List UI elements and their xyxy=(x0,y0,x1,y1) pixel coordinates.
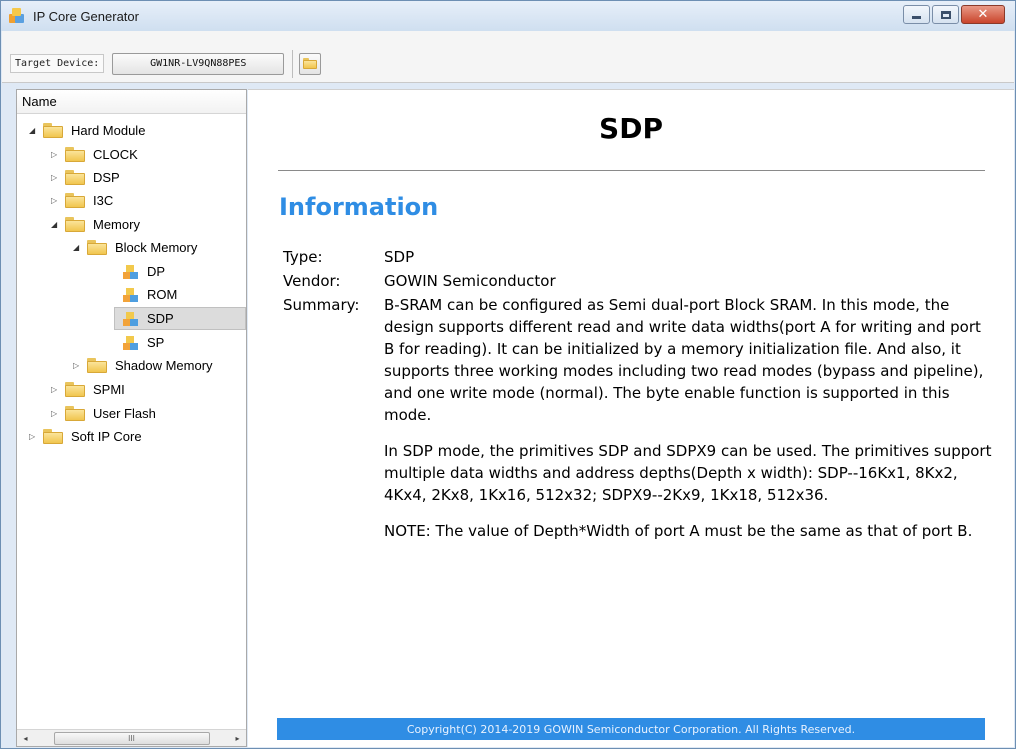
tree-item-block-memory[interactable]: ◢ Block Memory xyxy=(73,236,197,259)
tree-item-memory[interactable]: ◢ Memory xyxy=(51,213,140,236)
toolbar: Target Device: GW1NR-LV9QN88PES xyxy=(2,45,1014,83)
ip-core-icon xyxy=(123,287,139,303)
vendor-value: GOWIN Semiconductor xyxy=(384,272,556,290)
collapsed-arrow-icon[interactable]: ▷ xyxy=(51,385,61,394)
tree-item-i3c[interactable]: ▷ I3C xyxy=(51,189,113,212)
ip-core-icon xyxy=(123,335,139,351)
summary-paragraph: B-SRAM can be configured as Semi dual-po… xyxy=(384,296,984,424)
tree-item-rom[interactable]: ROM xyxy=(123,283,177,306)
tree-item-clock[interactable]: ▷ CLOCK xyxy=(51,143,138,166)
expanded-arrow-icon[interactable]: ◢ xyxy=(29,126,39,135)
summary-paragraph: In SDP mode, the primitives SDP and SDPX… xyxy=(384,442,992,504)
folder-icon xyxy=(43,123,63,138)
horizontal-scrollbar[interactable]: ◂ III ▸ xyxy=(17,729,246,746)
tree-column-header[interactable]: Name xyxy=(17,90,246,114)
folder-icon xyxy=(87,358,107,373)
scroll-thumb[interactable]: III xyxy=(53,731,210,745)
folder-icon xyxy=(65,193,85,208)
summary-row: Summary: B-SRAM can be configured as Sem… xyxy=(283,294,995,556)
ip-title: SDP xyxy=(599,112,663,145)
toolbar-separator xyxy=(292,49,294,78)
title-bar[interactable]: IP Core Generator ✕ xyxy=(1,1,1015,31)
folder-icon xyxy=(65,170,85,185)
vendor-key: Vendor: xyxy=(283,272,341,290)
collapsed-arrow-icon[interactable]: ▷ xyxy=(51,196,61,205)
close-button[interactable]: ✕ xyxy=(961,5,1005,24)
close-icon: ✕ xyxy=(977,7,989,22)
target-device-label: Target Device: xyxy=(10,54,105,73)
collapsed-arrow-icon[interactable]: ▷ xyxy=(51,173,61,182)
type-value: SDP xyxy=(384,248,415,266)
information-heading: Information xyxy=(279,193,439,221)
collapsed-arrow-icon[interactable]: ▷ xyxy=(51,150,61,159)
tree-item-dp[interactable]: DP xyxy=(123,260,165,283)
folder-icon xyxy=(43,429,63,444)
expanded-arrow-icon[interactable]: ◢ xyxy=(73,243,83,252)
scroll-right-icon[interactable]: ▸ xyxy=(229,734,246,743)
vendor-row: Vendor: GOWIN Semiconductor xyxy=(283,270,995,292)
window-title: IP Core Generator xyxy=(33,8,139,24)
information-table: Type: SDP Vendor: GOWIN Semiconductor Su… xyxy=(283,246,995,558)
expanded-arrow-icon[interactable]: ◢ xyxy=(51,220,61,229)
folder-icon xyxy=(65,382,85,397)
tree-item-shadow-memory[interactable]: ▷ Shadow Memory xyxy=(73,354,213,377)
title-divider xyxy=(278,170,985,171)
type-key: Type: xyxy=(283,248,323,266)
minimize-icon xyxy=(912,16,921,19)
ip-core-icon xyxy=(123,311,139,327)
summary-note: NOTE: The value of Depth*Width of port A… xyxy=(384,522,973,540)
copyright-footer: Copyright(C) 2014-2019 GOWIN Semiconduct… xyxy=(277,718,985,740)
collapsed-arrow-icon[interactable]: ▷ xyxy=(29,432,39,441)
folder-icon xyxy=(65,217,85,232)
ip-info-panel: SDP Information Type: SDP Vendor: GOWIN … xyxy=(248,89,1014,747)
ip-tree-panel: Name ◢ Hard Module ▷ CLOCK ▷ DSP ▷ I3C ◢… xyxy=(16,89,247,747)
tree-item-dsp[interactable]: ▷ DSP xyxy=(51,166,120,189)
scroll-left-icon[interactable]: ◂ xyxy=(17,734,34,743)
maximize-icon xyxy=(940,10,951,19)
tree-item-sdp[interactable]: SDP xyxy=(114,307,246,330)
ip-core-icon xyxy=(123,264,139,280)
tree-item-hard-module[interactable]: ◢ Hard Module xyxy=(29,119,145,142)
target-device-button[interactable]: GW1NR-LV9QN88PES xyxy=(112,52,285,75)
tree-item-sp[interactable]: SP xyxy=(123,331,164,354)
folder-icon xyxy=(87,240,107,255)
tree-item-soft-ip-core[interactable]: ▷ Soft IP Core xyxy=(29,425,142,448)
summary-key: Summary: xyxy=(283,296,360,314)
minimize-button[interactable] xyxy=(903,5,930,24)
tree-item-user-flash[interactable]: ▷ User Flash xyxy=(51,402,156,425)
maximize-button[interactable] xyxy=(932,5,959,24)
collapsed-arrow-icon[interactable]: ▷ xyxy=(73,361,83,370)
folder-icon xyxy=(65,147,85,162)
folder-icon xyxy=(303,58,318,69)
app-icon xyxy=(9,8,25,24)
app-window: IP Core Generator ✕ Target Device: GW1NR… xyxy=(0,0,1016,749)
type-row: Type: SDP xyxy=(283,246,995,268)
tree-item-spmi[interactable]: ▷ SPMI xyxy=(51,378,125,401)
folder-icon xyxy=(65,406,85,421)
collapsed-arrow-icon[interactable]: ▷ xyxy=(51,409,61,418)
summary-value: B-SRAM can be configured as Semi dual-po… xyxy=(384,294,992,556)
window-controls: ✕ xyxy=(903,5,1005,24)
open-folder-button[interactable] xyxy=(299,52,322,75)
